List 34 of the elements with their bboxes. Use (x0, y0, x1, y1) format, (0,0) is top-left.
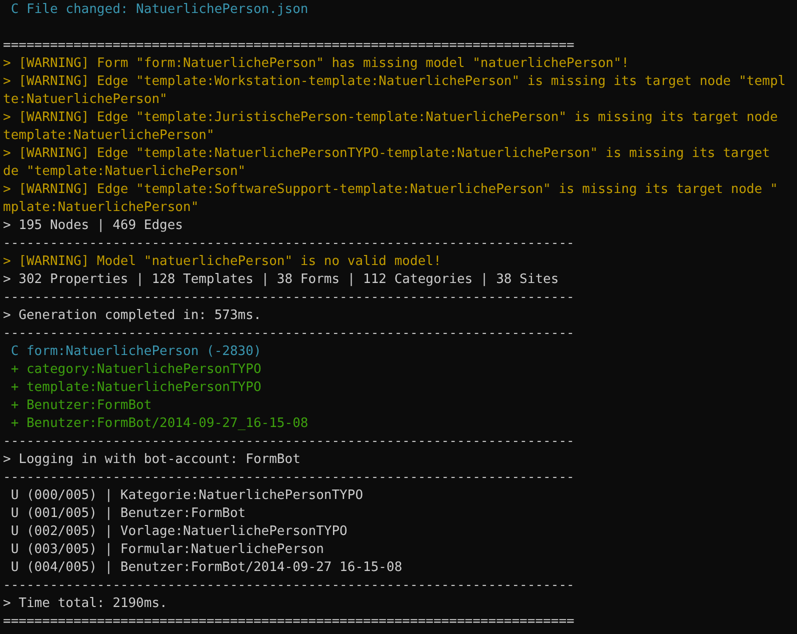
divider-line: ------------------------------------------------------------------------- (3, 470, 574, 485)
warning-line: te:NatuerlichePerson" (3, 92, 168, 107)
warning-line: > [WARNING] Model "natuerlichePerson" is no valid model! (3, 254, 442, 269)
warning-line: > [WARNING] Form "form:NatuerlichePerson" has missing model "natuerlichePerson"! (3, 56, 630, 71)
divider-line: ========================================================================= (3, 38, 574, 53)
warning-line: > [WARNING] Edge "template:NatuerlichePersonTYPO-template:NatuerlichePerson" is missing its target (3, 146, 770, 161)
console-line: U (003/005) | Formular:NatuerlichePerson (10, 542, 324, 557)
divider-line: ========================================================================= (3, 614, 574, 629)
divider-line: ------------------------------------------------------------------------- (3, 290, 574, 305)
warning-line: de "template:NatuerlichePerson" (3, 164, 246, 179)
console-line: > 195 Nodes | 469 Edges (3, 218, 184, 233)
divider-line: ------------------------------------------------------------------------- (3, 236, 574, 251)
console-line: + Benutzer:FormBot (10, 398, 152, 413)
console-line: + Benutzer:FormBot/2014-09-27_16-15-08 (10, 416, 308, 431)
divider-line: ------------------------------------------------------------------------- (3, 434, 574, 449)
console-line: > Generation completed in: 573ms. (3, 308, 262, 323)
warning-line: > [WARNING] Edge "template:Workstation-template:NatuerlichePerson" is missing its target node "templ (3, 74, 786, 89)
console-line: + category:NatuerlichePersonTYPO (10, 362, 262, 377)
console-line: U (002/005) | Vorlage:NatuerlichePersonTYPO (10, 524, 348, 539)
divider-line: ------------------------------------------------------------------------- (3, 578, 574, 593)
console-line: + template:NatuerlichePersonTYPO (10, 380, 262, 395)
console-line: > Time total: 2190ms. (3, 596, 168, 611)
console-line: U (000/005) | Kategorie:NatuerlichePersonTYPO (10, 488, 364, 503)
warning-line: mplate:NatuerlichePerson" (3, 200, 199, 215)
console-line: C form:NatuerlichePerson (-2830) (10, 344, 262, 359)
console-line: > 302 Properties | 128 Templates | 38 Forms | 112 Categories | 38 Sites (3, 272, 559, 287)
divider-line: ------------------------------------------------------------------------- (3, 326, 574, 341)
console-line: > Logging in with bot-account: FormBot (3, 452, 300, 467)
console-line: C File changed: NatuerlichePerson.json (10, 2, 308, 17)
console-line: U (001/005) | Benutzer:FormBot (10, 506, 246, 521)
warning-line: > [WARNING] Edge "template:JuristischePerson-template:NatuerlichePerson" is missing its target node (3, 110, 778, 125)
warning-line: template:NatuerlichePerson" (3, 128, 214, 143)
warning-line: > [WARNING] Edge "template:SoftwareSupport-template:NatuerlichePerson" is missing its target node " (3, 182, 778, 197)
console-line: U (004/005) | Benutzer:FormBot/2014-09-27 16-15-08 (10, 560, 402, 575)
